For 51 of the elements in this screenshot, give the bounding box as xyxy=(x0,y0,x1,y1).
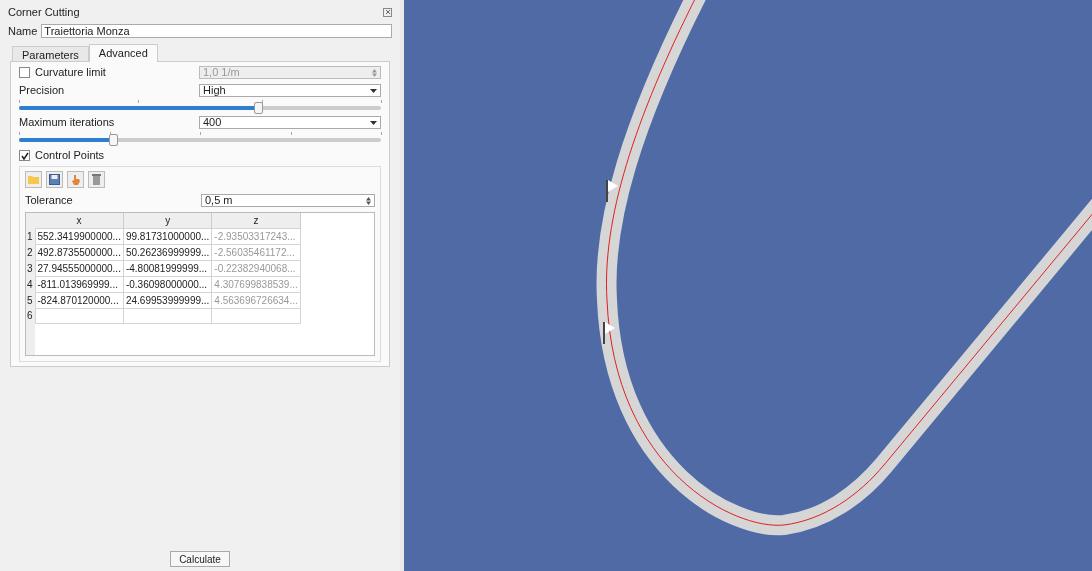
undock-icon[interactable] xyxy=(383,7,392,17)
table-cell: -2.93503317243... xyxy=(214,230,296,242)
table-cell: -0.36098000000... xyxy=(125,278,208,290)
field-label: Name xyxy=(8,24,38,39)
tab[interactable]: Advanced xyxy=(88,43,158,62)
slider-track[interactable] xyxy=(19,137,381,142)
row-number: 3 xyxy=(26,260,35,276)
slider-track[interactable] xyxy=(19,105,381,110)
table-cell: 50.26236999999... xyxy=(125,246,210,258)
column-header[interactable]: y xyxy=(123,212,212,228)
row-number: 6 xyxy=(26,308,35,323)
row-number: 5 xyxy=(26,292,35,308)
table-cell: 4.307699838539... xyxy=(214,278,298,290)
calculate-button[interactable]: Calculate xyxy=(170,551,230,567)
table-cell: -0.22382940068... xyxy=(214,262,296,274)
save-icon[interactable] xyxy=(46,170,63,188)
field-label: Precision xyxy=(19,83,65,99)
checkbox-label: Curvature limit xyxy=(35,65,106,81)
panel-title: Corner Cutting xyxy=(8,4,80,20)
spin-arrows-icon[interactable] xyxy=(366,196,371,205)
flag-icon xyxy=(606,180,618,202)
dropdown[interactable]: 400 xyxy=(199,116,381,129)
name-field[interactable]: Traiettoria Monza xyxy=(41,24,392,39)
checkbox[interactable] xyxy=(19,150,30,161)
table-cell: -2.56035461172... xyxy=(214,246,295,258)
table-cell: -824.870120000... xyxy=(37,294,119,306)
caret-icon xyxy=(370,120,377,125)
row-number: 1 xyxy=(26,228,35,244)
table-cell: 99.81731000000... xyxy=(125,230,210,242)
table-cell: 24.69953999999... xyxy=(125,294,210,306)
caret-icon xyxy=(370,88,377,93)
dropdown[interactable]: High xyxy=(199,84,381,97)
tab[interactable]: Parameters xyxy=(12,45,89,62)
spin-box[interactable]: 0,5 m xyxy=(201,194,375,207)
slider-thumb[interactable] xyxy=(109,133,119,146)
table-cell: 27.94555000000... xyxy=(37,262,121,274)
field-label: Tolerance xyxy=(25,193,73,209)
table-cell: 552.3419900000... xyxy=(37,230,121,242)
slider-thumb[interactable] xyxy=(253,101,263,114)
checkbox-label: Control Points xyxy=(35,148,105,164)
table-cell: 492.8735500000... xyxy=(37,246,121,258)
table-cell: -4.80081999999... xyxy=(125,262,208,274)
table-cell: 4.563696726634... xyxy=(214,294,298,306)
flag-icon xyxy=(603,322,615,344)
check-icon xyxy=(20,151,29,160)
table-cell: -811.013969999... xyxy=(37,278,118,290)
row-number: 2 xyxy=(26,244,35,260)
row-number: 4 xyxy=(26,276,35,292)
trash-icon[interactable] xyxy=(88,170,105,188)
field-label: Maximum iterations xyxy=(19,115,115,131)
column-header[interactable]: x xyxy=(35,212,124,228)
